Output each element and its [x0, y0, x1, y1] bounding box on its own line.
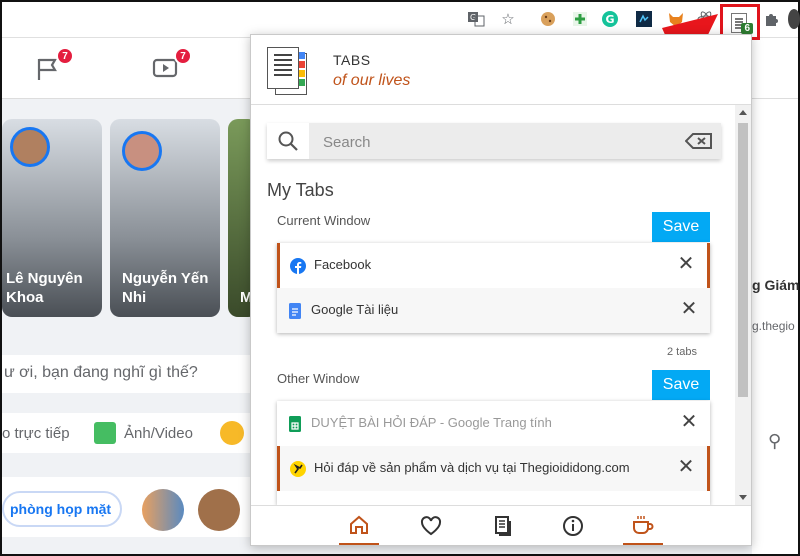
- facebook-icon: [290, 258, 306, 274]
- popup-footer-nav: [251, 505, 751, 545]
- home-icon[interactable]: [339, 506, 379, 545]
- create-room-button[interactable]: phòng họp mặt: [2, 491, 122, 527]
- close-icon[interactable]: ✕: [680, 412, 698, 432]
- coffee-icon[interactable]: [623, 506, 663, 545]
- list-item[interactable]: [277, 491, 710, 505]
- tab-title: Facebook: [314, 257, 372, 272]
- notification-badge: 7: [174, 47, 192, 65]
- room-button-label: phòng họp mặt: [10, 501, 112, 517]
- post-composer[interactable]: ư ơi, bạn đang nghĩ gì thế?: [2, 355, 250, 393]
- watch-icon[interactable]: 7: [152, 47, 192, 81]
- star-icon[interactable]: ☆: [498, 9, 518, 29]
- search-icon[interactable]: [267, 123, 309, 159]
- save-current-window-button[interactable]: Save: [652, 212, 710, 242]
- avatar: [122, 131, 162, 171]
- scrollbar[interactable]: [735, 105, 751, 505]
- tab-title: Google Tài liệu: [311, 302, 399, 317]
- avatar[interactable]: [198, 489, 240, 531]
- post-prompt: ư ơi, bạn đang nghĩ gì thế?: [4, 364, 198, 381]
- sponsored-title: g Giám: [752, 277, 800, 293]
- list-item[interactable]: Facebook ✕: [277, 243, 710, 288]
- photo-video-button[interactable]: Ảnh/Video: [124, 425, 193, 442]
- popup-subtitle: of our lives: [333, 72, 411, 89]
- current-window-tab-list: Facebook ✕ Google Tài liệu ✕: [277, 243, 710, 333]
- scroll-up-icon[interactable]: [739, 110, 747, 115]
- scroll-down-icon[interactable]: [739, 495, 747, 500]
- translate-icon[interactable]: G: [466, 9, 486, 29]
- list-item[interactable]: Hỏi đáp về sản phẩm và dịch vụ tại Thegi…: [277, 446, 710, 491]
- list-item[interactable]: Google Tài liệu ✕: [277, 288, 710, 333]
- close-icon[interactable]: ✕: [677, 457, 695, 477]
- window-label: Other Window: [277, 371, 360, 386]
- scroll-thumb[interactable]: [738, 123, 748, 397]
- close-icon[interactable]: ✕: [680, 299, 698, 319]
- popup-header: TABS of our lives: [251, 35, 751, 105]
- story-card[interactable]: Lê Nguyên Khoa: [2, 119, 102, 317]
- tab-count-badge: 6: [741, 23, 753, 34]
- photo-icon: [94, 422, 116, 444]
- flag-icon[interactable]: 7: [34, 47, 74, 81]
- other-window-tab-list: DUYỆT BÀI HỎI ĐÁP - Google Trang tính ✕ …: [277, 401, 710, 505]
- story-name: Lê Nguyên Khoa: [6, 270, 83, 306]
- notification-badge: 7: [56, 47, 74, 65]
- rooms-row: phòng họp mặt: [2, 477, 250, 537]
- profile-avatar[interactable]: [788, 9, 800, 29]
- document-icon[interactable]: [483, 506, 523, 545]
- avatar[interactable]: [142, 489, 184, 531]
- story-card[interactable]: Nguyễn Yến Nhi: [110, 119, 220, 317]
- info-icon[interactable]: [553, 506, 593, 545]
- search-input[interactable]: [323, 131, 663, 153]
- list-item[interactable]: DUYỆT BÀI HỎI ĐÁP - Google Trang tính ✕: [277, 401, 710, 446]
- save-other-window-button[interactable]: Save: [652, 370, 710, 400]
- google-docs-icon: [287, 303, 303, 319]
- tab-title: DUYỆT BÀI HỎI ĐÁP - Google Trang tính: [311, 415, 552, 430]
- live-video-button[interactable]: o trực tiếp: [2, 425, 70, 442]
- heart-icon[interactable]: [411, 506, 451, 545]
- close-icon[interactable]: ✕: [677, 254, 695, 274]
- clear-search-icon[interactable]: [684, 133, 713, 149]
- post-actions: o trực tiếp Ảnh/Video: [2, 413, 250, 453]
- popup-title: TABS: [333, 52, 371, 68]
- tab-title: Hỏi đáp về sản phẩm và dịch vụ tại Thegi…: [314, 460, 630, 475]
- section-title: My Tabs: [267, 180, 334, 200]
- tab-count: 2 tabs: [667, 346, 697, 358]
- tabs-extension-popup: TABS of our lives My Tabs Current Window…: [250, 34, 752, 546]
- google-sheets-icon: [287, 416, 303, 432]
- search-bar: [267, 123, 721, 159]
- window-label: Current Window: [277, 213, 371, 228]
- avatar: [10, 127, 50, 167]
- thegioididong-icon: [290, 461, 306, 477]
- right-column: g Giám g.thegio ⚲: [752, 99, 800, 554]
- sponsored-url: g.thegio: [752, 319, 795, 333]
- feeling-icon[interactable]: [220, 421, 244, 445]
- tabs-logo: [267, 47, 311, 97]
- search-icon[interactable]: ⚲: [768, 431, 781, 452]
- story-name: Nguyễn Yến Nhi: [122, 270, 209, 306]
- puzzle-icon[interactable]: [762, 9, 782, 29]
